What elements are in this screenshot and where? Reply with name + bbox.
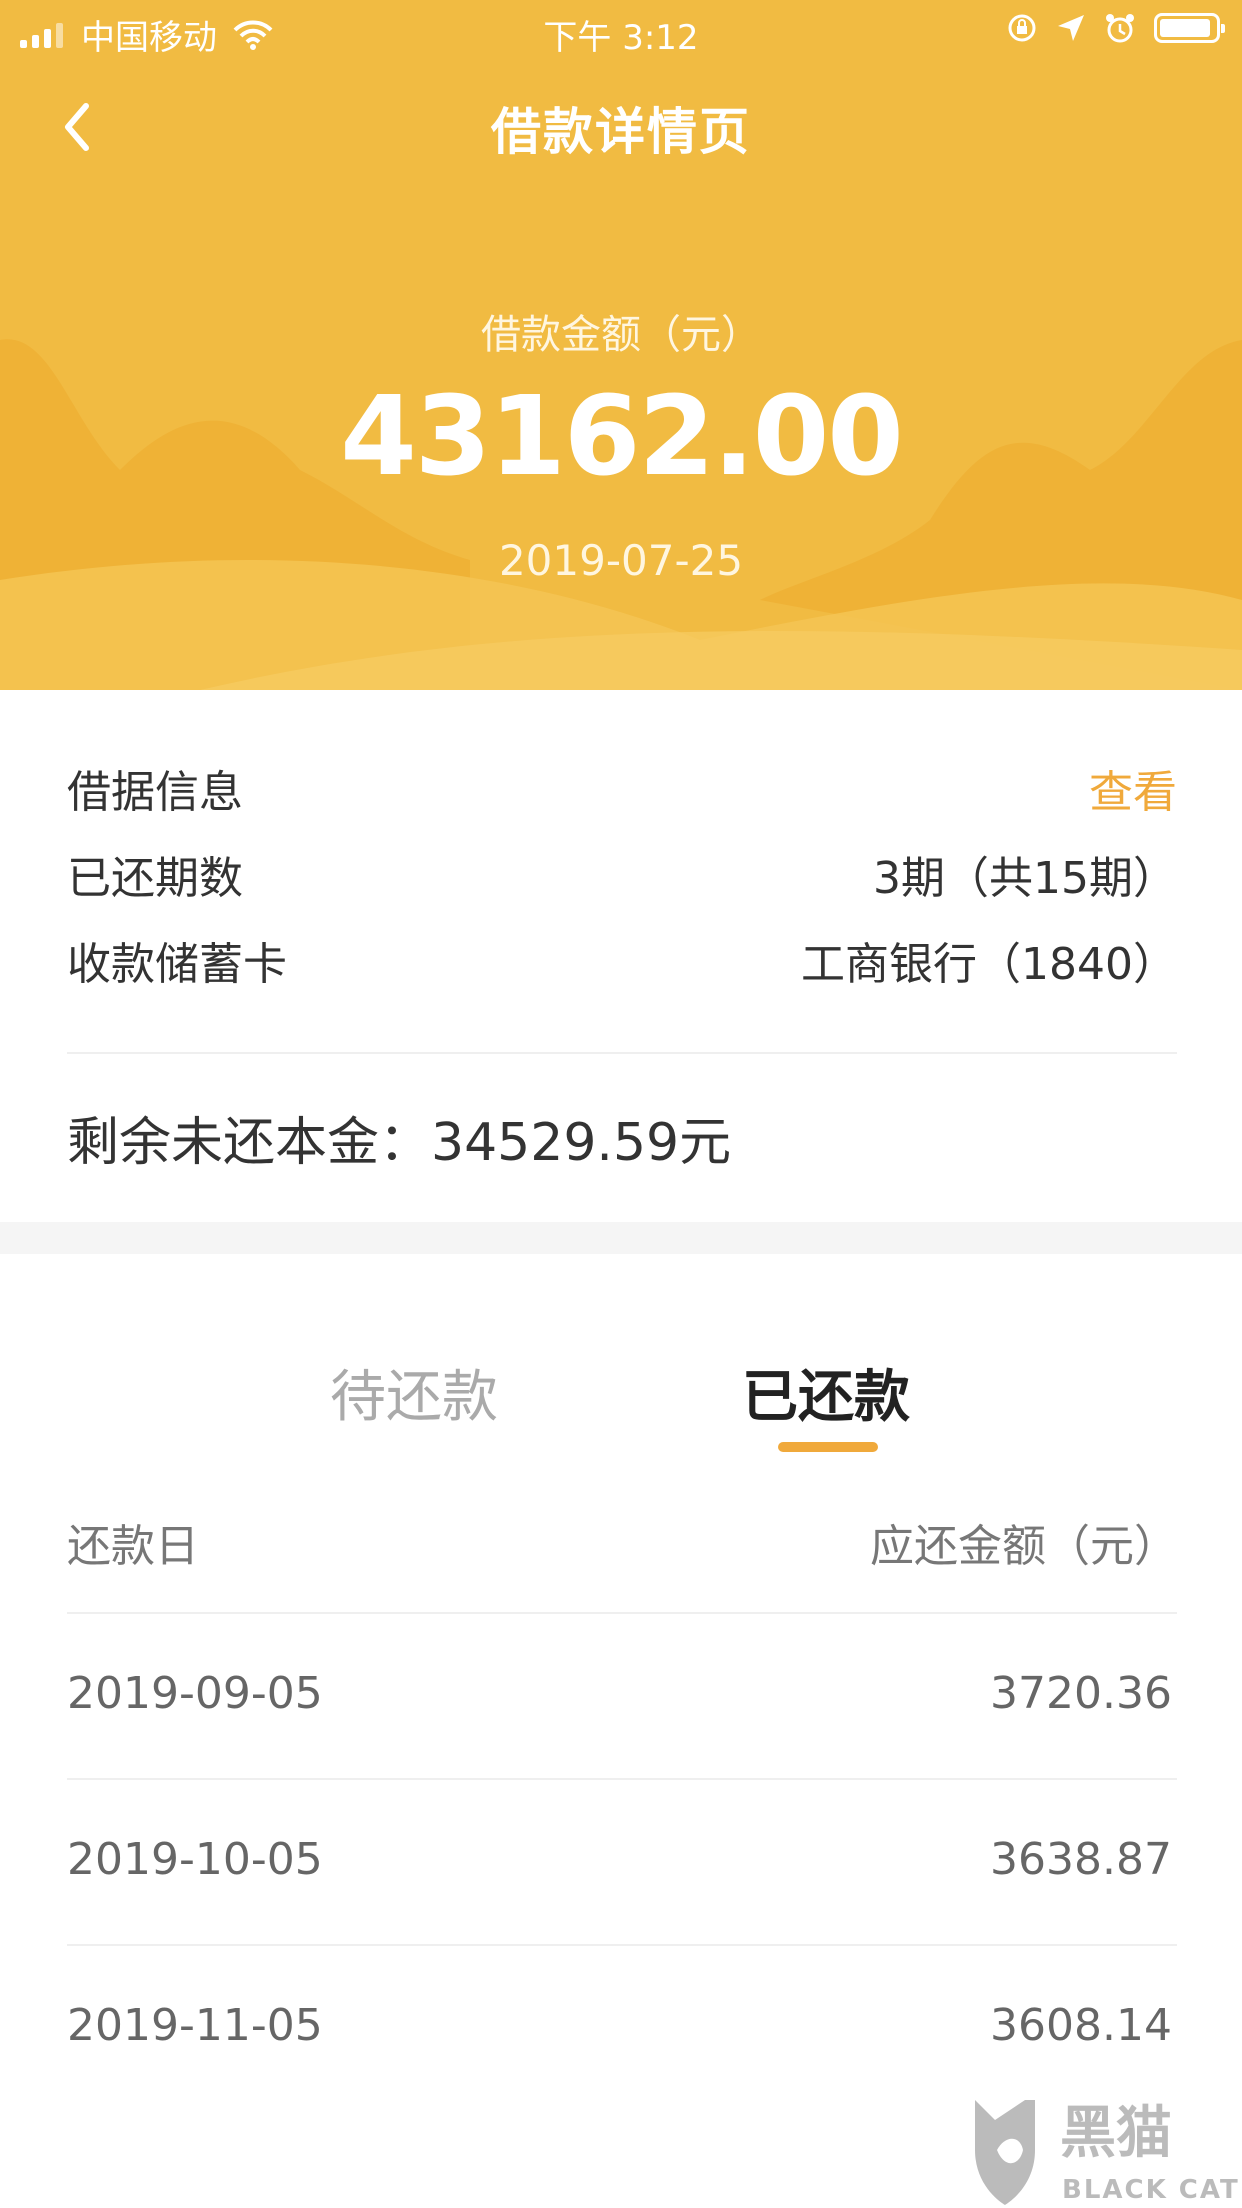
svg-text:黑猫: 黑猫 bbox=[1060, 2101, 1172, 2166]
remaining-principal: 剩余未还本金：34529.59元 bbox=[67, 1113, 732, 1173]
loan-date: 2019-07-25 bbox=[498, 536, 744, 585]
table-row-amount: 3720.36 bbox=[990, 1668, 1172, 1719]
header-banner: 中国移动 下午 3:12 借款详情页 借款金额（元） 43162.00 2019… bbox=[0, 0, 1242, 690]
info-divider bbox=[67, 1052, 1177, 1054]
loan-amount: 43162.00 bbox=[340, 372, 904, 500]
table-row-amount: 3608.14 bbox=[990, 2000, 1172, 2051]
debit-card-label: 收款储蓄卡 bbox=[67, 939, 287, 990]
tab-paid-repayment[interactable]: 已还款 bbox=[742, 1352, 910, 1433]
debit-card-row: 收款储蓄卡 工商银行（1840） bbox=[67, 928, 1177, 990]
location-icon bbox=[1058, 15, 1084, 41]
receipt-info-label: 借据信息 bbox=[67, 767, 243, 818]
column-header-date: 还款日 bbox=[67, 1521, 199, 1572]
table-divider bbox=[67, 1612, 1177, 1614]
alarm-icon bbox=[1106, 14, 1134, 43]
status-right bbox=[1006, 12, 1225, 44]
svg-text:BLACK CAT: BLACK CAT bbox=[1062, 2175, 1240, 2205]
receipt-info-row: 借据信息 查看 bbox=[67, 756, 1177, 818]
loan-amount-label: 借款金额（元） bbox=[481, 312, 761, 358]
paid-periods-row: 已还期数 3期（共15期） bbox=[67, 842, 1177, 904]
tab-pending-repayment[interactable]: 待还款 bbox=[330, 1352, 498, 1433]
paid-periods-value: 3期（共15期） bbox=[873, 853, 1177, 904]
debit-card-value: 工商银行（1840） bbox=[801, 939, 1177, 990]
table-row-date: 2019-09-05 bbox=[67, 1668, 323, 1719]
table-row-date: 2019-11-05 bbox=[67, 2000, 323, 2051]
paid-periods-label: 已还期数 bbox=[67, 853, 243, 904]
table-row-amount: 3638.87 bbox=[990, 1834, 1172, 1885]
active-tab-indicator bbox=[778, 1442, 878, 1452]
status-bar: 中国移动 下午 3:12 bbox=[0, 0, 1242, 60]
table-divider bbox=[67, 1944, 1177, 1946]
table-divider bbox=[67, 1778, 1177, 1780]
battery-icon bbox=[1154, 13, 1225, 43]
rotation-lock-icon bbox=[1008, 14, 1036, 42]
view-receipt-link[interactable]: 查看 bbox=[1089, 756, 1177, 820]
table-row-date: 2019-10-05 bbox=[67, 1834, 323, 1885]
section-separator bbox=[0, 1222, 1242, 1254]
column-header-amount: 应还金额（元） bbox=[870, 1521, 1178, 1572]
black-cat-watermark-logo: 黑猫 BLACK CAT bbox=[975, 2100, 1240, 2205]
page-title: 借款详情页 bbox=[491, 103, 751, 161]
